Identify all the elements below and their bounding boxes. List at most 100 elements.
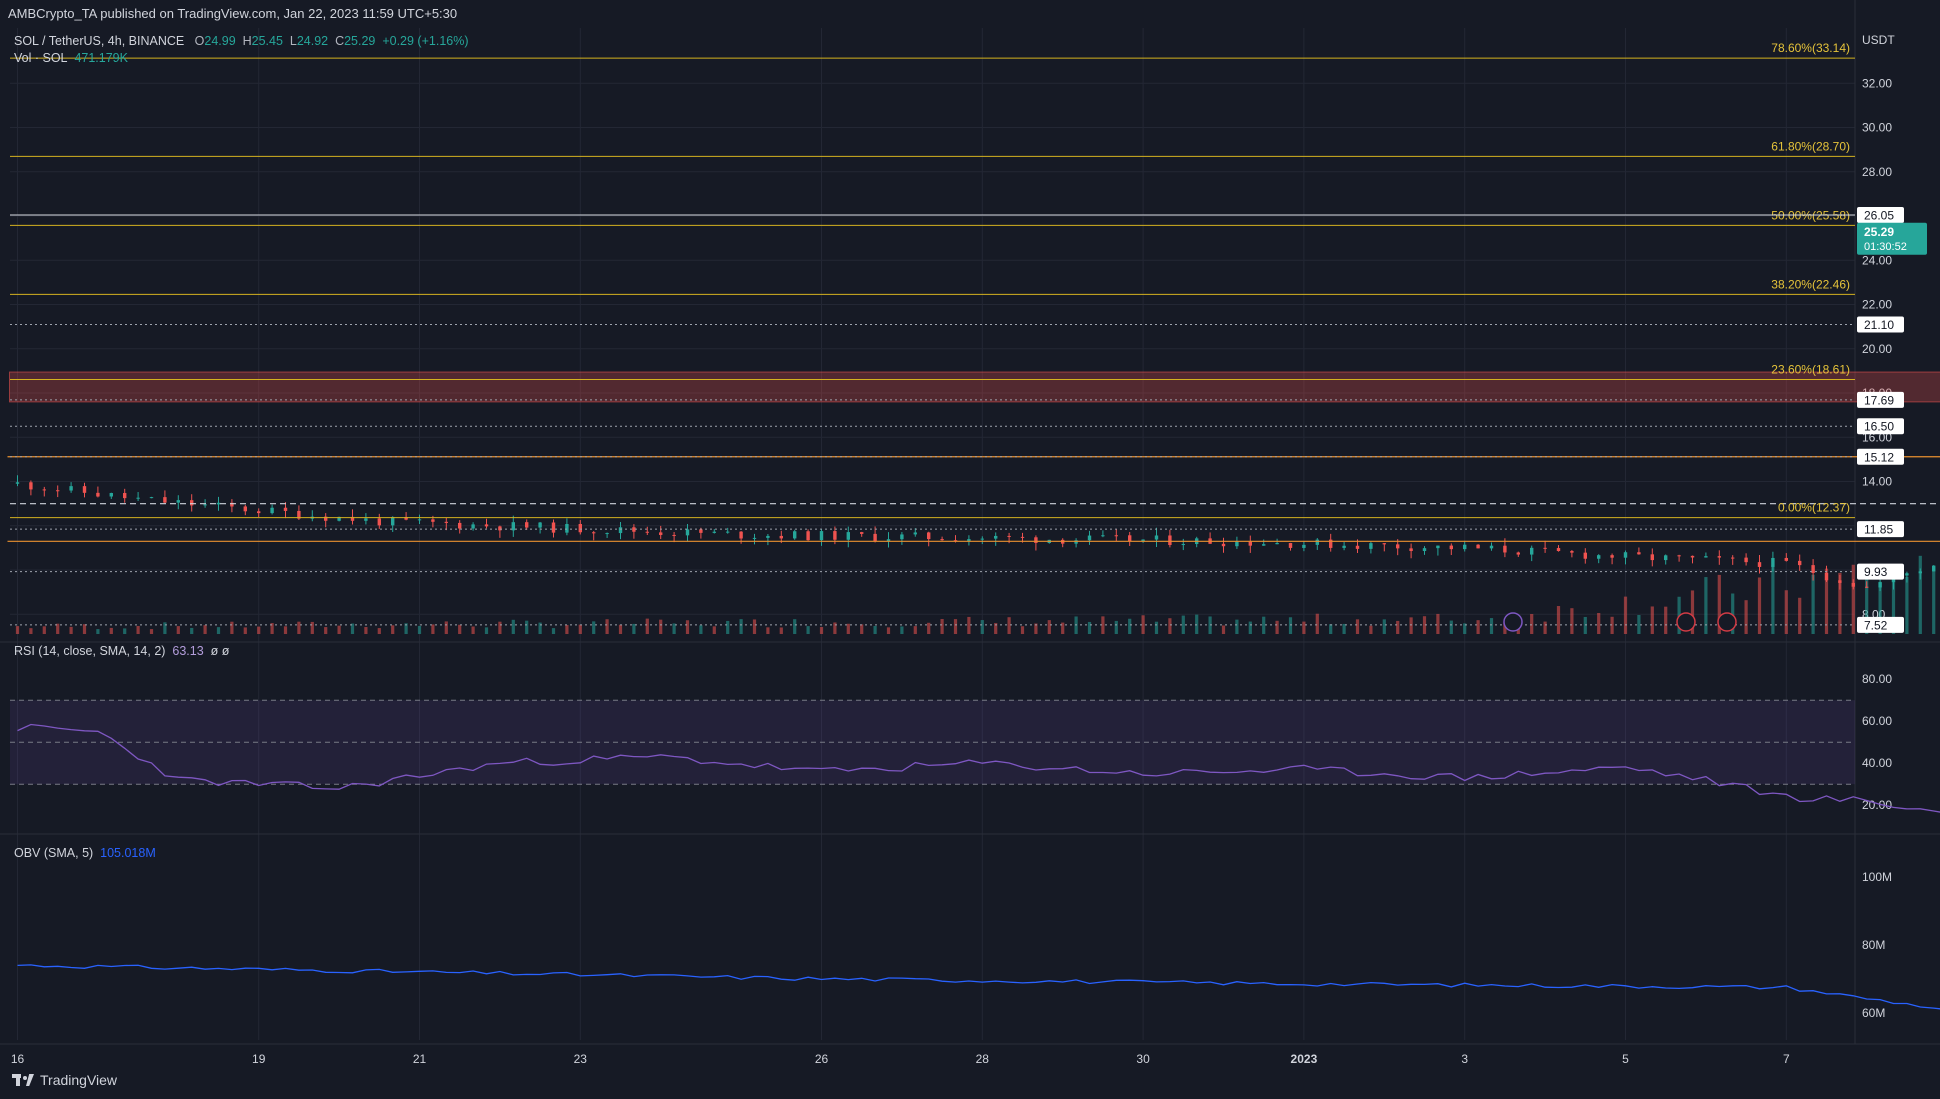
- candle-body: [1315, 539, 1319, 545]
- obv-tick-label: 80M: [1862, 938, 1885, 952]
- price-level-label: 17.69: [1864, 393, 1894, 407]
- candle-body: [592, 532, 596, 534]
- x-tick-label: 26: [815, 1052, 829, 1066]
- volume-bar: [618, 624, 623, 634]
- candle-body: [1516, 552, 1520, 555]
- volume-bar: [525, 620, 529, 634]
- candle-body: [1650, 554, 1654, 561]
- candle-body: [1235, 541, 1239, 547]
- volume-bar: [1597, 612, 1601, 634]
- candle-body: [270, 507, 274, 514]
- candle-body: [498, 526, 502, 531]
- volume-bar: [967, 616, 971, 634]
- volume-label[interactable]: Vol · SOL: [14, 51, 68, 65]
- open-label: O: [194, 34, 205, 48]
- candle-body: [1020, 536, 1025, 538]
- volume-bar: [766, 627, 770, 634]
- candle-body: [819, 531, 824, 541]
- candle-body: [1717, 556, 1721, 558]
- volume-bar: [1650, 606, 1654, 634]
- candle-body: [96, 492, 100, 497]
- volume-bar: [980, 620, 984, 634]
- volume-bar: [1007, 617, 1011, 634]
- volume-bar: [1221, 625, 1226, 634]
- candle-body: [1932, 565, 1936, 572]
- candle-body: [1623, 552, 1628, 558]
- x-tick-label: 30: [1136, 1052, 1150, 1066]
- candle-body: [109, 493, 113, 497]
- candle-body: [136, 497, 140, 499]
- volume-bar: [1409, 617, 1413, 634]
- candle-body: [659, 532, 663, 535]
- candle-body: [1101, 535, 1105, 537]
- candle-body: [391, 516, 395, 526]
- price-legend: SOL / TetherUS, 4h, BINANCE O24.99 H25.4…: [14, 34, 469, 48]
- change-value: +0.29 (+1.16%): [382, 34, 469, 48]
- candle-body: [1637, 552, 1641, 555]
- candle-body: [1530, 547, 1534, 555]
- y-tick-label: 30.00: [1862, 121, 1892, 135]
- volume-bar: [1369, 625, 1373, 634]
- candle-body: [672, 534, 676, 536]
- high-label: H: [242, 34, 252, 48]
- candle-body: [927, 532, 931, 540]
- obv-label[interactable]: OBV (SMA, 5): [14, 846, 93, 860]
- candle-body: [1409, 548, 1413, 552]
- candle-body: [1878, 582, 1882, 588]
- rsi-tick-label: 80.00: [1862, 672, 1892, 686]
- volume-bar: [1128, 618, 1132, 634]
- rsi-label[interactable]: RSI (14, close, SMA, 14, 2): [14, 644, 165, 658]
- chart-canvas[interactable]: 1619212326283020233579111316182023252730…: [0, 0, 1940, 1099]
- candle-body: [1597, 555, 1601, 559]
- x-tick-label: 16: [11, 1052, 25, 1066]
- volume-bar: [538, 622, 542, 634]
- volume-bar: [1704, 577, 1708, 634]
- tradingview-footer[interactable]: TradingView: [12, 1072, 117, 1088]
- y-tick-label: 28.00: [1862, 165, 1892, 179]
- candle-body: [1918, 571, 1922, 574]
- high-value: 25.45: [251, 34, 283, 48]
- candle-body: [216, 502, 221, 505]
- candle-body: [1798, 560, 1802, 566]
- volume-bar: [1583, 616, 1587, 634]
- volume-bar: [1449, 620, 1453, 634]
- candle-body: [1704, 556, 1708, 558]
- price-level-label: 26.05: [1864, 208, 1894, 222]
- candle-body: [1824, 572, 1829, 581]
- volume-bar: [1355, 619, 1360, 634]
- volume-bar: [1342, 623, 1346, 634]
- candle-body: [15, 482, 20, 484]
- publisher-header: AMBCrypto_TA published on TradingView.co…: [8, 6, 458, 21]
- volume-bar: [42, 626, 46, 634]
- volume-bar: [699, 625, 703, 634]
- volume-bar: [819, 627, 824, 634]
- supply-zone: [9, 371, 1940, 403]
- symbol-label[interactable]: SOL / TetherUS, 4h, BINANCE: [14, 34, 184, 48]
- obv-tick-label: 60M: [1862, 1006, 1885, 1020]
- candle-body: [1677, 555, 1681, 557]
- volume-bar: [310, 621, 314, 634]
- candle-body: [471, 524, 475, 529]
- y-tick-label: 22.00: [1862, 298, 1892, 312]
- volume-bar: [592, 621, 596, 634]
- volume-bar: [149, 629, 154, 634]
- volume-bar: [1087, 621, 1092, 634]
- candle-body: [1664, 555, 1668, 561]
- candle-body: [1288, 543, 1293, 548]
- fib-level-label: 78.60%(33.14): [1771, 41, 1850, 55]
- candle-body: [1463, 544, 1467, 550]
- volume-bar: [1771, 565, 1775, 634]
- candle-body: [739, 531, 743, 539]
- volume-bar: [659, 619, 663, 634]
- volume-bar: [136, 625, 140, 634]
- price-level-label: 16.50: [1864, 420, 1894, 434]
- volume-bar: [417, 625, 422, 634]
- volume-bar: [364, 627, 368, 634]
- candle-body: [712, 531, 716, 533]
- volume-bar: [886, 627, 891, 634]
- volume-bar: [123, 628, 127, 634]
- candle-body: [458, 522, 462, 529]
- candle-body: [846, 532, 850, 540]
- candle-body: [1168, 535, 1172, 545]
- candle-body: [605, 533, 609, 535]
